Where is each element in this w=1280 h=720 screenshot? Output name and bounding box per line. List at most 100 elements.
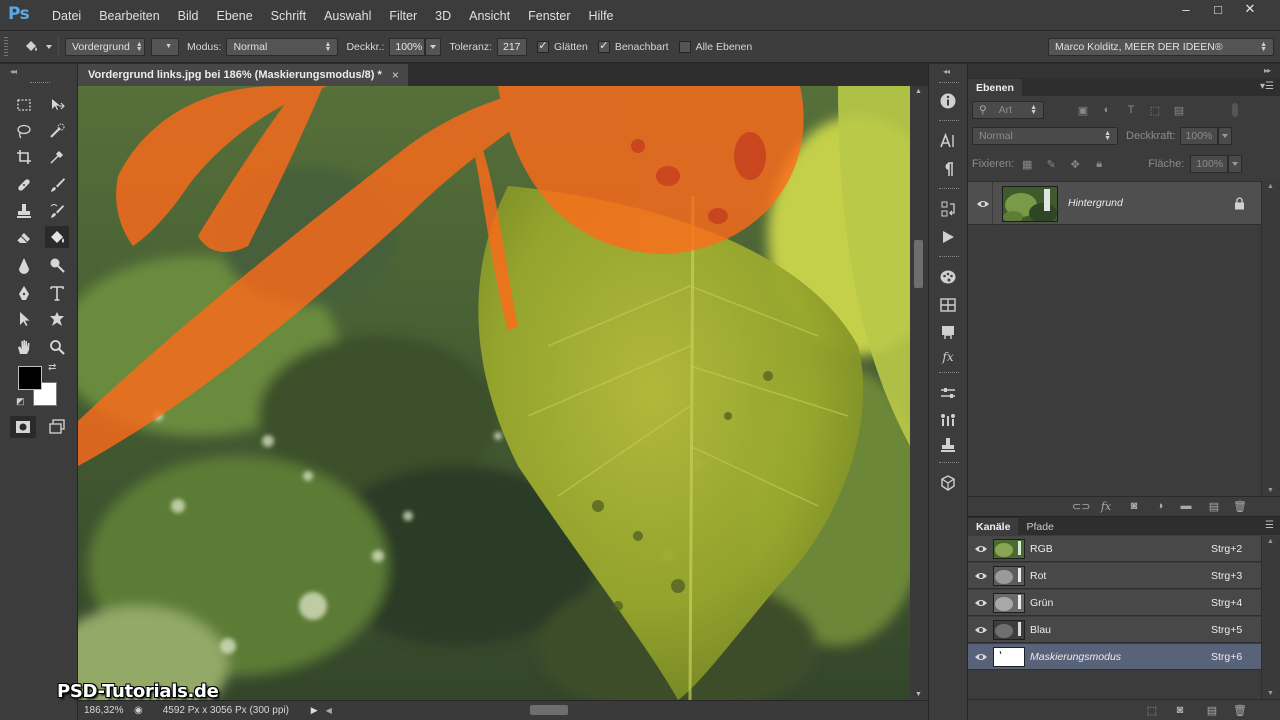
menu-ebene[interactable]: Ebene xyxy=(217,9,253,23)
marquee-tool[interactable] xyxy=(12,94,36,116)
lock-pixels-icon[interactable]: ✎ xyxy=(1044,157,1058,171)
swap-colors-icon[interactable]: ⇄ xyxy=(48,362,56,373)
close-window-button[interactable]: ✕ xyxy=(1234,0,1266,18)
eraser-tool[interactable] xyxy=(12,226,36,248)
actions-panel-icon[interactable] xyxy=(937,226,959,248)
vertical-scroll-thumb[interactable] xyxy=(914,240,923,288)
pen-tool[interactable] xyxy=(12,282,36,304)
info-panel-icon[interactable] xyxy=(937,90,959,112)
channel-row-maskierungsmodus[interactable]: Maskierungsmodus Strg+6 xyxy=(968,644,1261,670)
mode-select[interactable]: Normal ▲ ▼ xyxy=(226,37,339,56)
opacity-slider-toggle[interactable] xyxy=(425,37,442,56)
scroll-up-icon[interactable]: ▲ xyxy=(915,88,922,95)
dock-grip[interactable] xyxy=(939,256,959,258)
new-channel-icon[interactable]: ▤ xyxy=(1204,704,1220,718)
quick-mask-button[interactable] xyxy=(10,416,36,438)
path-selection-tool[interactable] xyxy=(12,308,36,330)
default-colors-icon[interactable]: ◩ xyxy=(16,396,25,407)
paragraph-panel-icon[interactable] xyxy=(937,158,959,180)
layer-filter-select[interactable]: ⚲ Art ▲ ▼ xyxy=(972,101,1044,119)
options-bar-grip[interactable] xyxy=(4,36,8,57)
zoom-level[interactable]: 186,32% xyxy=(84,705,126,716)
tab-kanaele[interactable]: Kanäle xyxy=(968,518,1019,535)
layer-fill-input[interactable]: 100% xyxy=(1190,155,1229,173)
load-selection-icon[interactable]: ⬚ xyxy=(1144,704,1160,718)
lock-all-icon[interactable]: 🔒︎ xyxy=(1092,157,1106,171)
channel-row-rot[interactable]: Rot Strg+3 xyxy=(968,563,1261,589)
blend-mode-select[interactable]: Normal ▲ ▼ xyxy=(972,127,1118,145)
blur-tool[interactable] xyxy=(12,254,36,276)
fx-icon[interactable]: fx xyxy=(1098,500,1114,514)
crop-tool[interactable] xyxy=(12,146,36,168)
layer-opacity-input[interactable]: 100% xyxy=(1179,127,1218,145)
eye-icon[interactable] xyxy=(974,598,988,608)
doc-info-icon[interactable]: ◉ xyxy=(134,705,143,716)
layer-name[interactable]: Hintergrund xyxy=(1068,197,1123,209)
channel-row-blau[interactable]: Blau Strg+5 xyxy=(968,617,1261,643)
smooth-checkbox[interactable]: ✓ xyxy=(536,40,549,53)
contiguous-checkbox[interactable]: ✓ xyxy=(597,40,610,53)
workspace-select[interactable]: Marco Kolditz, MEER DER IDEEN® ▲ ▼ xyxy=(1048,38,1274,56)
layer-row[interactable]: Hintergrund xyxy=(968,181,1261,226)
maximize-button[interactable]: □ xyxy=(1202,0,1234,18)
all-layers-checkbox[interactable] xyxy=(678,40,691,53)
tools-grip[interactable] xyxy=(30,82,50,84)
layer-thumbnail[interactable] xyxy=(1002,186,1058,222)
pixel-filter-icon[interactable]: ▣ xyxy=(1076,103,1090,117)
tab-pfade[interactable]: Pfade xyxy=(1018,518,1061,535)
scroll-down-icon[interactable]: ▼ xyxy=(915,691,922,698)
adjustments-panel-icon[interactable] xyxy=(937,382,959,404)
menu-fenster[interactable]: Fenster xyxy=(528,9,570,23)
folder-icon[interactable]: ▬ xyxy=(1178,500,1194,514)
lasso-tool[interactable] xyxy=(12,120,36,142)
brush-tool[interactable] xyxy=(45,174,69,196)
menu-3d[interactable]: 3D xyxy=(435,9,451,23)
lock-transparency-icon[interactable]: ▦ xyxy=(1020,157,1034,171)
eye-icon[interactable] xyxy=(976,199,990,209)
character-panel-icon[interactable] xyxy=(937,130,959,152)
layer-fill-slider-toggle[interactable] xyxy=(1228,155,1243,173)
screen-mode-button[interactable] xyxy=(45,416,69,438)
opacity-input[interactable]: 100% xyxy=(389,37,426,56)
shape-filter-icon[interactable]: ⬚ xyxy=(1148,103,1162,117)
history-brush-tool[interactable] xyxy=(45,200,69,222)
eye-icon[interactable] xyxy=(974,544,988,554)
hand-tool[interactable] xyxy=(12,336,36,358)
color-panel-icon[interactable] xyxy=(937,266,959,288)
channel-row-rgb[interactable]: RGB Strg+2 xyxy=(968,536,1261,562)
clone-source-panel-icon[interactable] xyxy=(937,434,959,456)
adjustment-filter-icon[interactable]: ◐ xyxy=(1100,103,1114,117)
panel-menu-icon[interactable]: ▾☰ xyxy=(1260,81,1274,92)
lock-position-icon[interactable]: ✥ xyxy=(1068,157,1082,171)
eyedropper-tool[interactable] xyxy=(45,146,69,168)
clone-stamp-tool[interactable] xyxy=(12,200,36,222)
collapse-icon[interactable]: ◂◂ xyxy=(10,67,17,76)
scroll-left-icon[interactable]: ◀ xyxy=(326,706,332,715)
scroll-up-icon[interactable]: ▲ xyxy=(1267,538,1274,545)
eye-icon[interactable] xyxy=(974,652,988,662)
trash-icon[interactable]: 🗑︎ xyxy=(1232,704,1248,718)
adjustment-icon[interactable]: ◑ xyxy=(1152,500,1168,514)
zoom-tool[interactable] xyxy=(45,336,69,358)
document-canvas[interactable] xyxy=(78,86,910,700)
type-filter-icon[interactable]: T xyxy=(1124,103,1138,117)
channels-scrollbar[interactable]: ▲ ▼ xyxy=(1261,536,1280,699)
scroll-up-icon[interactable]: ▲ xyxy=(1267,183,1274,190)
dock-grip[interactable] xyxy=(939,82,959,84)
styles-panel-icon[interactable] xyxy=(937,322,959,344)
filter-toggle[interactable] xyxy=(1232,103,1238,117)
layers-scrollbar[interactable]: ▲ ▼ xyxy=(1261,181,1280,496)
dodge-tool[interactable] xyxy=(45,254,69,276)
document-tab[interactable]: Vordergrund links.jpg bei 186% (Maskieru… xyxy=(78,64,408,86)
trash-icon[interactable]: 🗑︎ xyxy=(1232,500,1248,514)
smart-object-filter-icon[interactable]: ▤ xyxy=(1172,103,1186,117)
pattern-picker[interactable]: ▼ xyxy=(151,37,179,56)
save-selection-icon[interactable]: ◙ xyxy=(1172,704,1188,718)
channel-row-gruen[interactable]: Grün Strg+4 xyxy=(968,590,1261,616)
dock-grip[interactable] xyxy=(939,372,959,374)
custom-shape-tool[interactable] xyxy=(45,308,69,330)
dock-grip[interactable] xyxy=(939,462,959,464)
menu-filter[interactable]: Filter xyxy=(389,9,417,23)
close-icon[interactable]: × xyxy=(392,68,399,82)
menu-ansicht[interactable]: Ansicht xyxy=(469,9,510,23)
